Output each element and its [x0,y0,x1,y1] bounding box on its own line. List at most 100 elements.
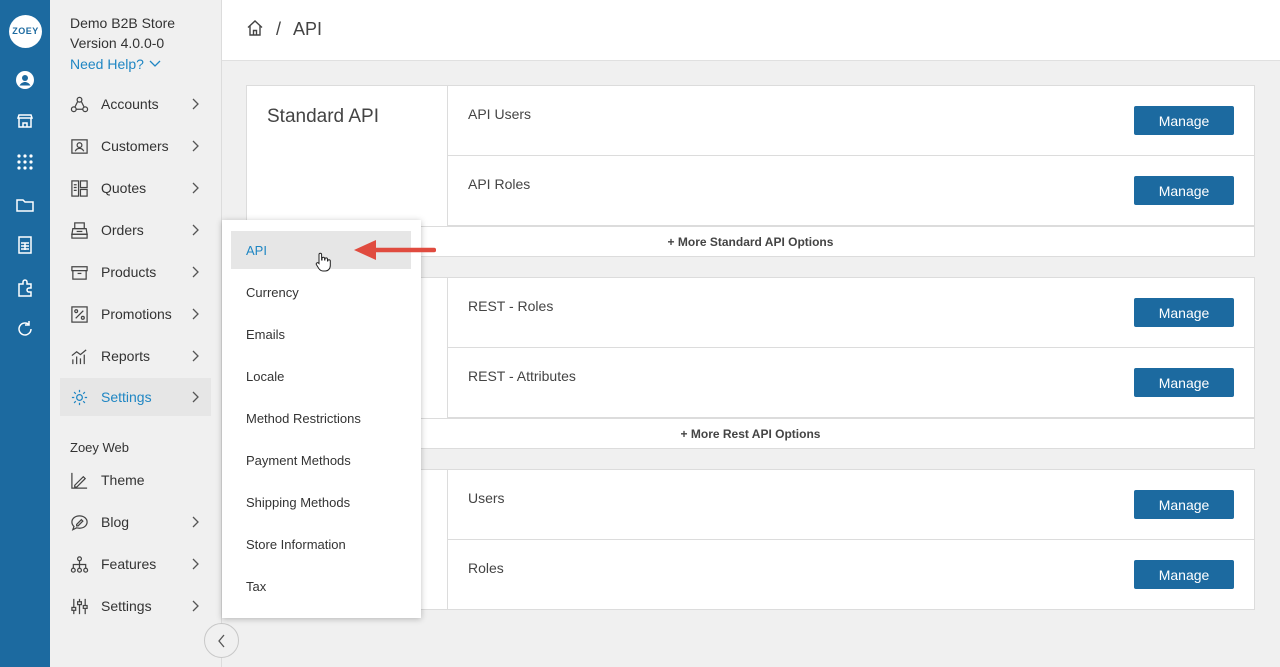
collapse-sidebar-button[interactable] [204,623,239,658]
sidebar-item-settings[interactable]: Settings [60,378,211,416]
sidebar-item-quotes[interactable]: Quotes [60,169,211,207]
manage-rest-roles-button[interactable]: Manage [1134,298,1234,327]
sidebar-item-label: Accounts [101,96,159,112]
card-title: Standard API [267,106,379,127]
refresh-icon[interactable] [15,319,35,339]
spreadsheet-icon[interactable] [15,235,35,255]
gear-icon [69,387,89,407]
chevron-right-icon [192,224,199,236]
sidebar-item-label: Orders [101,222,144,238]
sidebar-item-label: Quotes [101,180,147,196]
quotes-icon [69,178,89,198]
settings-row: REST - Attributes Manage [448,348,1254,418]
storefront-icon[interactable] [15,111,35,131]
menu-item-locale[interactable]: Locale [231,357,411,395]
hand-cursor-icon [315,252,331,272]
folder-icon[interactable] [15,195,35,215]
page-title: API [293,19,323,39]
sidebar-item-reports[interactable]: Reports [60,337,211,375]
need-help-label: Need Help? [70,56,144,72]
sidebar-item-label: Products [101,264,157,280]
sidebar-item-orders[interactable]: Orders [60,211,211,249]
theme-icon [69,470,89,490]
sidebar-item-theme[interactable]: Theme [60,461,211,499]
sidebar-item-label: Promotions [101,306,172,322]
blog-icon [69,512,89,532]
sidebar-item-features[interactable]: Features [60,545,211,583]
row-label: API Users [468,106,532,122]
menu-item-currency[interactable]: Currency [231,273,411,311]
sidebar-item-label: Settings [101,598,152,614]
sidebar-item-products[interactable]: Products [60,253,211,291]
sidebar-item-promotions[interactable]: Promotions [60,295,211,333]
chevron-right-icon [192,308,199,320]
settings-row: Users Manage [448,470,1254,540]
settings-row: Roles Manage [448,540,1254,610]
manage-api-roles-button[interactable]: Manage [1134,176,1234,205]
store-name: Demo B2B Store [70,15,176,31]
menu-item-shipping-methods[interactable]: Shipping Methods [231,483,411,521]
card-heading-area: Standard API [247,86,448,226]
promotions-icon [69,304,89,324]
settings-row: API Users Manage [448,86,1254,156]
row-label: Users [468,490,505,506]
reports-icon [69,346,89,366]
sidebar-item-label: Blog [101,514,130,530]
row-label: REST - Attributes [468,368,576,384]
apps-grid-icon[interactable] [15,152,35,172]
chevron-right-icon [192,350,199,362]
sidebar-item-label: Customers [101,138,169,154]
sidebar-item-label: Settings [101,389,152,405]
chevron-right-icon [192,516,199,528]
red-arrow-annotation [354,240,436,260]
menu-item-emails[interactable]: Emails [231,315,411,353]
chevron-down-icon [149,60,161,67]
sidebar-nav: Demo B2B Store Version 4.0.0-0 Need Help… [50,0,222,667]
chevron-right-icon [192,140,199,152]
user-circle-icon[interactable] [15,70,35,90]
row-label: Roles [468,560,504,576]
sidebar-item-label: Theme [101,472,145,488]
accounts-icon [69,94,89,114]
menu-item-payment-methods[interactable]: Payment Methods [231,441,411,479]
chevron-right-icon [192,558,199,570]
chevron-right-icon [192,182,199,194]
chevron-left-icon [217,634,224,647]
sliders-icon [69,596,89,616]
icon-rail: ZOEY [0,0,50,667]
sidebar-item-label: Features [101,556,157,572]
sidebar-item-customers[interactable]: Customers [60,127,211,165]
section-label-zoey-web: Zoey Web [70,440,130,455]
need-help-link[interactable]: Need Help? [70,56,162,72]
breadcrumb-separator: / [276,19,282,39]
sidebar-item-accounts[interactable]: Accounts [60,85,211,123]
sidebar-item-label: Reports [101,348,151,364]
menu-item-tax[interactable]: Tax [231,567,411,605]
page-header: / API [222,0,1280,61]
features-icon [69,554,89,574]
settings-row: API Roles Manage [448,156,1254,226]
customers-icon [69,136,89,156]
zoey-logo[interactable]: ZOEY [9,15,42,48]
home-icon[interactable] [246,19,264,37]
manage-users-button[interactable]: Manage [1134,490,1234,519]
sidebar-item-blog[interactable]: Blog [60,503,211,541]
store-version: Version 4.0.0-0 [70,35,165,51]
chevron-right-icon [192,98,199,110]
sidebar-item-web-settings[interactable]: Settings [60,587,211,625]
menu-item-method-restrictions[interactable]: Method Restrictions [231,399,411,437]
settings-dropdown-menu: API Currency Emails Locale Method Restri… [222,220,421,618]
manage-rest-attributes-button[interactable]: Manage [1134,368,1234,397]
chevron-right-icon [192,266,199,278]
chevron-right-icon [192,600,199,612]
menu-item-store-information[interactable]: Store Information [231,525,411,563]
settings-row: REST - Roles Manage [448,278,1254,348]
puzzle-icon[interactable] [15,278,35,298]
row-label: REST - Roles [468,298,554,314]
orders-icon [69,220,89,240]
row-label: API Roles [468,176,531,192]
manage-api-users-button[interactable]: Manage [1134,106,1234,135]
manage-roles-button[interactable]: Manage [1134,560,1234,589]
chevron-right-icon [192,391,199,403]
products-icon [69,262,89,282]
